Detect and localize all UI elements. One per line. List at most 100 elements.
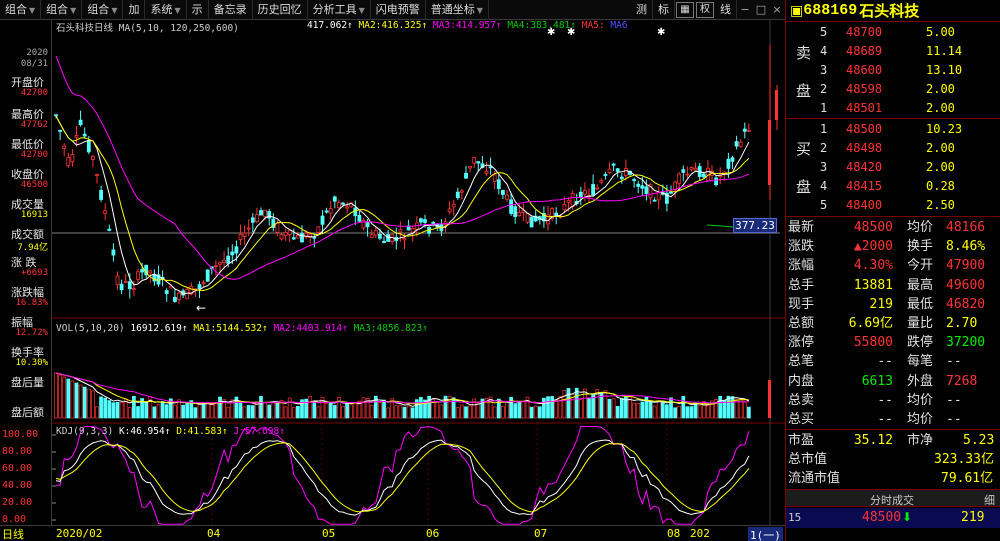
market-cap-label: 总市值 [788,452,828,467]
toolbar-btn-mark[interactable]: 标 [653,0,675,20]
kdj-axis-label: 80.00 [2,446,33,457]
toolbar-menu-coordinate[interactable]: 普通坐标 ▼ [426,0,489,20]
candle-body [238,233,243,240]
candle-body [246,227,251,230]
ticks-tab[interactable]: 分时成交 [870,492,914,508]
toolbar-btn-measure[interactable]: 测 [631,0,653,20]
toolbar-menu-memo[interactable]: 备忘录 [209,0,253,20]
maximize-icon[interactable]: □ [753,3,769,16]
pe-row: 市盈 35.12 市净 5.23 [786,431,1000,450]
toolbar-btn-grid-icon[interactable]: ▦ [676,1,694,18]
quote-label: 涨停 [788,335,815,351]
order-volume: 11.14 [926,44,963,58]
ma1-line [55,115,750,295]
toolbar-menu-combo-3[interactable]: 组合 ▼ [82,0,124,20]
chevron-down-icon: ▼ [29,5,36,15]
period-tab[interactable]: 日线 [2,526,24,541]
toolbar-menu-flash-alert[interactable]: 闪电预警 [371,0,426,20]
buy-order-row[interactable]: 2 48498 2.00 [786,139,1000,158]
candle-body [451,203,456,208]
candle-body [250,217,255,223]
volume-bar [181,404,185,419]
candle-body [115,275,120,286]
buy-order-row[interactable]: 4 48415 0.28 [786,177,1000,196]
order-level: 4 [820,179,828,193]
sell-order-row[interactable]: 3 48600 13.10 [786,61,1000,80]
toolbar-menu-combo-2[interactable]: 组合 ▼ [41,0,83,20]
volume-bar [386,407,390,419]
candle-body [496,179,501,189]
candle-body [324,210,329,213]
ticks-detail-tab[interactable]: 细 [984,492,995,508]
buy-order-row[interactable]: 1 48500 10.23 [786,120,1000,139]
volume-bar [349,404,354,419]
candle-body [291,237,296,240]
quote-label: 现手 [788,296,815,312]
volume-bar [542,397,546,419]
quote-row: 涨跌 ▲2000 换手 8.46% [786,237,1000,256]
volume-bar [492,406,497,419]
volume-bar [226,406,231,419]
buy-order-row[interactable]: 5 48400 2.50 [786,196,1000,215]
volume-bar [394,405,399,419]
toolbar-menu-add[interactable]: 加 [123,0,146,20]
candle-body [369,234,374,238]
time-axis-bar: 日线 2020/02 04 05 06 07 08 202 1(一) [0,525,785,541]
volume-bar [78,384,83,419]
volume-bar [287,397,292,419]
float-cap-row: 流通市值 79.61亿 [786,469,1000,488]
chart-area[interactable] [52,20,785,525]
candle-body [300,233,304,243]
candle-body [279,234,284,240]
toolbar-btn-rights[interactable]: 权 [696,1,714,18]
down-arrow-icon: ⬇ [902,510,913,524]
kdj-axis-label: 100.00 [2,429,39,440]
volume-bar [587,397,591,419]
quote-value: 48500 [853,220,893,235]
toolbar-menu-system[interactable]: 系统 ▼ [145,0,187,20]
candle-body [86,140,91,153]
volume-bar [640,401,645,419]
quote-label: 外盘 [907,373,934,389]
candle-body [332,196,337,202]
sell-order-row[interactable]: 4 48689 11.14 [786,42,1000,61]
toolbar-menu-combo-1[interactable]: 组合 ▼ [0,0,42,20]
sell-order-row[interactable]: 1 48501 2.00 [786,99,1000,118]
kdj-k-label: K: [118,426,131,437]
volume-bar [91,390,95,419]
x-axis-label: 07 [534,527,548,540]
minimize-icon[interactable]: − [737,3,753,16]
quote-value: -- [946,354,962,370]
volume-bar [160,401,165,419]
volume-bar [648,401,653,419]
kdj-label: KDJ(9,3,3) [56,426,114,437]
candle-body [234,246,239,254]
sell-order-row[interactable]: 2 48598 2.00 [786,80,1000,99]
toolbar-menu-history[interactable]: 历史回忆 [253,0,308,20]
volume-bar [136,406,140,419]
order-level: 4 [820,44,828,58]
order-level: 5 [820,25,828,39]
pb-value: 5.23 [963,433,995,448]
buy-order-row[interactable]: 3 48420 2.00 [786,158,1000,177]
tick-time: 15 [788,511,802,524]
candle-body [656,192,661,201]
volume-bar [70,380,75,419]
period-label: 日线 [94,23,114,34]
volume-bar [312,402,317,419]
candle-body [644,186,649,194]
volume-bar [246,404,251,419]
sell-order-row[interactable]: 5 48700 5.00 [786,23,1000,42]
toolbar-menu-analysis-tools[interactable]: 分析工具 ▼ [308,0,371,20]
candle-body [398,229,403,233]
close-icon[interactable]: × [769,3,785,16]
info-field-value: 46500 [20,180,48,190]
candle-body [447,208,452,213]
toolbar-menu-display[interactable]: 示 [187,0,209,20]
candle-body [583,189,587,195]
order-level: 5 [820,198,828,212]
x-axis-label: 05 [322,527,336,540]
toolbar-btn-line[interactable]: 线 [715,0,737,20]
quote-panel: ▣ 688169 石头科技 卖 盘 5 48700 5.00 4 48689 11.14 3… [785,0,1000,541]
candle-body [58,129,62,132]
